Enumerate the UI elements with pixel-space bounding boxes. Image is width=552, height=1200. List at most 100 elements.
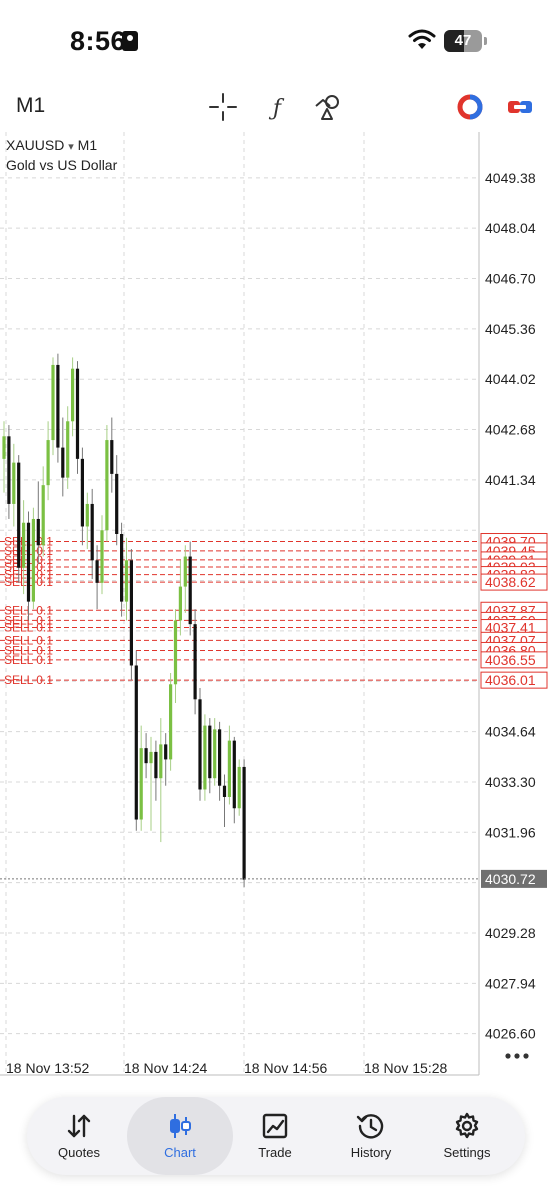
one-click-trading-icon[interactable]: [455, 92, 485, 122]
id-card-icon: [122, 31, 138, 51]
time-tick-label: 18 Nov 13:52: [6, 1060, 89, 1076]
more-options-icon[interactable]: [502, 1046, 532, 1066]
candle-body: [134, 665, 138, 820]
bottom-tab-bar: Quotes Chart Trade History Settings: [27, 1097, 525, 1175]
svg-text:ƒ: ƒ: [268, 96, 285, 121]
order-tag-label: SELL 0.1: [4, 653, 53, 667]
candle-body: [110, 440, 114, 474]
candle-body: [139, 748, 143, 820]
candle-body: [66, 421, 70, 478]
status-time: 8:56: [70, 26, 127, 56]
current-price-label: 4030.72: [485, 871, 536, 887]
candle-body: [129, 560, 133, 666]
trade-chart-icon: [262, 1113, 288, 1139]
order-tag-label: SELL 0.1: [4, 673, 53, 687]
candle-body: [188, 556, 192, 625]
crosshair-icon[interactable]: [208, 92, 238, 122]
time-tick-label: 18 Nov 14:24: [124, 1060, 207, 1076]
battery-indicator: 47: [444, 30, 482, 52]
price-tick-label: 4027.94: [485, 975, 536, 991]
price-tick-label: 4031.96: [485, 824, 536, 840]
candle-body: [237, 766, 241, 809]
price-tick-label: 4026.60: [485, 1026, 536, 1042]
time-tick-label: 18 Nov 15:28: [364, 1060, 447, 1076]
candle-body: [2, 436, 6, 459]
candle-body: [105, 440, 109, 531]
symbol-name: XAUUSD: [6, 137, 65, 153]
candle-body: [120, 533, 124, 602]
quotes-arrows-icon: [67, 1114, 91, 1138]
time-tick-label: 18 Nov 14:56: [244, 1060, 327, 1076]
timeframe-selector[interactable]: M1: [16, 94, 45, 118]
candle-body: [193, 624, 197, 700]
candle-body: [22, 522, 26, 568]
candle-body: [85, 503, 89, 527]
candle-body: [12, 462, 16, 504]
tab-chart[interactable]: Chart: [127, 1097, 233, 1175]
price-tick-label: 4045.36: [485, 321, 536, 337]
price-tick-label: 4041.34: [485, 472, 536, 488]
symbol-dropdown-icon: ▾: [68, 141, 74, 153]
candle-body: [46, 440, 50, 486]
candle-body: [213, 729, 217, 779]
price-chart[interactable]: SELL 0.1SELL 0.1SELL 0.1SELL 0.1SELL 0.1…: [0, 132, 552, 1077]
candle-body: [144, 748, 148, 764]
candle-body: [169, 684, 173, 760]
candle-body: [75, 368, 80, 459]
settings-gear-icon: [455, 1112, 479, 1139]
candle-body: [31, 518, 35, 602]
tab-settings[interactable]: Settings: [419, 1097, 515, 1175]
chart-symbol-header[interactable]: XAUUSD ▾ M1: [6, 137, 97, 153]
candle-body: [178, 586, 182, 621]
tab-quotes[interactable]: Quotes: [31, 1097, 127, 1175]
price-tick-label: 4044.02: [485, 371, 536, 387]
order-price-label: 4036.55: [485, 652, 536, 668]
candle-body: [227, 740, 231, 797]
price-tick-label: 4049.38: [485, 170, 536, 186]
depth-of-market-icon[interactable]: [505, 92, 535, 122]
symbol-timeframe: M1: [77, 137, 98, 153]
price-tick-label: 4033.30: [485, 774, 536, 790]
candle-body: [232, 740, 236, 809]
candle-body: [159, 744, 163, 779]
tab-label: Trade: [258, 1145, 292, 1160]
candle-body: [149, 751, 153, 764]
candle-body: [173, 620, 178, 685]
candle-body: [203, 725, 207, 790]
symbol-description: Gold vs US Dollar: [6, 157, 118, 173]
price-tick-label: 4048.04: [485, 220, 536, 236]
candle-body: [115, 473, 119, 534]
price-tick-label: 4042.68: [485, 422, 536, 438]
tab-label: Chart: [164, 1145, 196, 1160]
chart-toolbar: M1 ƒ: [0, 80, 552, 132]
candle-body: [242, 766, 246, 880]
order-price-label: 4036.01: [485, 672, 536, 688]
candle-body: [208, 725, 212, 779]
price-tick-label: 4029.28: [485, 925, 536, 941]
candle-body: [95, 560, 99, 583]
candlestick-chart[interactable]: SELL 0.1SELL 0.1SELL 0.1SELL 0.1SELL 0.1…: [0, 132, 552, 1077]
candle-body: [56, 364, 60, 448]
candle-body: [61, 447, 65, 478]
candle-body: [198, 699, 202, 790]
candle-body: [183, 556, 187, 587]
candle-body: [36, 518, 40, 546]
history-clock-icon: [356, 1114, 384, 1139]
objects-shapes-icon[interactable]: [313, 92, 343, 122]
candle-body: [26, 522, 31, 602]
candle-body: [100, 530, 104, 583]
candle-body: [7, 436, 11, 504]
order-price-label: 4038.62: [485, 574, 536, 590]
chart-candles-icon: [170, 1114, 191, 1138]
candle-body: [124, 560, 129, 602]
tab-label: Quotes: [58, 1145, 100, 1160]
indicators-function-icon[interactable]: ƒ: [262, 92, 292, 122]
tab-trade[interactable]: Trade: [227, 1097, 323, 1175]
tab-label: Settings: [443, 1145, 491, 1160]
price-tick-label: 4034.64: [485, 724, 536, 740]
tab-history[interactable]: History: [323, 1097, 419, 1175]
candle-body: [90, 503, 94, 561]
candle-body: [222, 785, 227, 797]
status-bar: 8:56 47: [0, 0, 552, 80]
candle-body: [164, 744, 168, 760]
